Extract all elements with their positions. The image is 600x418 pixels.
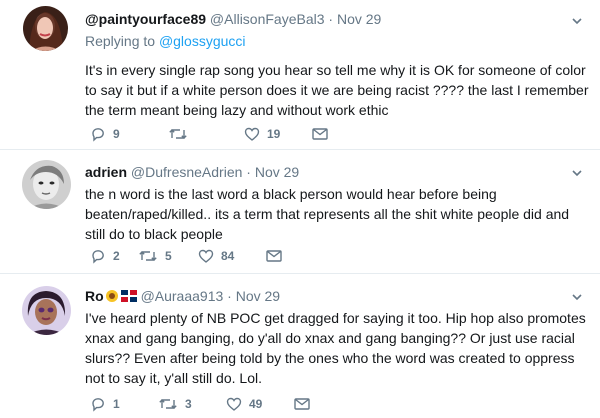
reply-count: 1 [113,397,120,411]
retweet-button[interactable]: 5 [138,248,198,264]
like-icon [244,127,260,141]
tweet-text: I've heard plenty of NB POC get dragged … [85,310,586,386]
replying-to-handle[interactable]: @glossygucci [159,33,246,49]
chevron-down-icon[interactable] [570,14,584,28]
dominican-flag-emoji [120,290,137,302]
reply-icon [92,398,104,412]
display-name[interactable]: Ro [85,288,104,304]
tweet-text: It's in every single rap song you hear s… [85,62,589,118]
avatar[interactable] [22,286,71,335]
dm-button[interactable] [311,126,329,142]
timestamp[interactable]: Nov 29 [255,164,299,180]
tweet-header: adrien @DufresneAdrien · Nov 29 [85,163,592,182]
replying-to: Replying to @glossygucci [85,32,592,51]
retweet-button[interactable] [168,126,244,142]
timestamp[interactable]: Nov 29 [236,288,280,304]
like-count: 49 [249,397,263,411]
avatar-image [23,6,68,51]
tweet-actions: 2 5 84 [90,248,283,264]
dm-icon [294,398,310,410]
display-name[interactable]: @paintyourface89 [85,11,206,27]
dm-button[interactable] [265,248,283,264]
tweet-actions: 1 3 49 [90,396,311,412]
tweet-text: the n word is the last word a black pers… [85,186,570,242]
dm-button[interactable] [293,396,311,412]
tweet-header: Ro @Auraaa913 · Nov 29 [85,287,592,306]
separator: · [328,11,334,27]
like-button[interactable]: 49 [226,396,293,412]
handle[interactable]: @Auraaa913 [141,288,224,304]
tweet-2[interactable]: adrien @DufresneAdrien · Nov 29 the n wo… [0,150,600,274]
like-icon [198,249,214,263]
tweet-1[interactable]: @paintyourface89 @AllisonFayeBal3 · Nov … [0,0,600,150]
like-count: 84 [221,249,235,263]
avatar-image [22,286,71,335]
retweet-button[interactable]: 3 [158,396,226,412]
avatar[interactable] [22,160,71,209]
avatar[interactable] [23,6,68,51]
handle[interactable]: @DufresneAdrien [131,164,243,180]
like-icon [226,397,242,411]
retweet-icon [159,399,177,409]
reply-icon [92,250,104,264]
retweet-count: 3 [185,397,192,411]
sunflower-emoji [105,290,118,302]
dm-icon [312,128,328,140]
like-button[interactable]: 19 [244,126,311,142]
retweet-count: 5 [165,249,172,263]
reply-count: 2 [113,249,120,263]
replying-to-label: Replying to [85,33,156,49]
separator: · [227,288,232,304]
timestamp[interactable]: Nov 29 [337,11,381,27]
dm-icon [266,250,282,262]
tweet-3[interactable]: Ro @Auraaa913 · Nov 29 I've heard plenty… [0,274,600,418]
avatar-image [22,160,71,209]
like-count: 19 [267,127,281,141]
handle[interactable]: @AllisonFayeBal3 [210,11,325,27]
tweet-header: @paintyourface89 @AllisonFayeBal3 · Nov … [85,10,592,29]
reply-icon [92,128,104,142]
retweet-icon [169,129,187,139]
reply-button[interactable]: 9 [90,126,168,142]
like-button[interactable]: 84 [198,248,265,264]
reply-button[interactable]: 1 [90,396,158,412]
chevron-down-icon[interactable] [570,166,584,180]
reply-button[interactable]: 2 [90,248,138,264]
chevron-down-icon[interactable] [570,290,584,304]
separator: · [246,164,251,180]
display-name[interactable]: adrien [85,164,127,180]
reply-count: 9 [113,127,120,141]
tweet-actions: 9 19 [90,126,329,142]
retweet-icon [139,251,157,261]
